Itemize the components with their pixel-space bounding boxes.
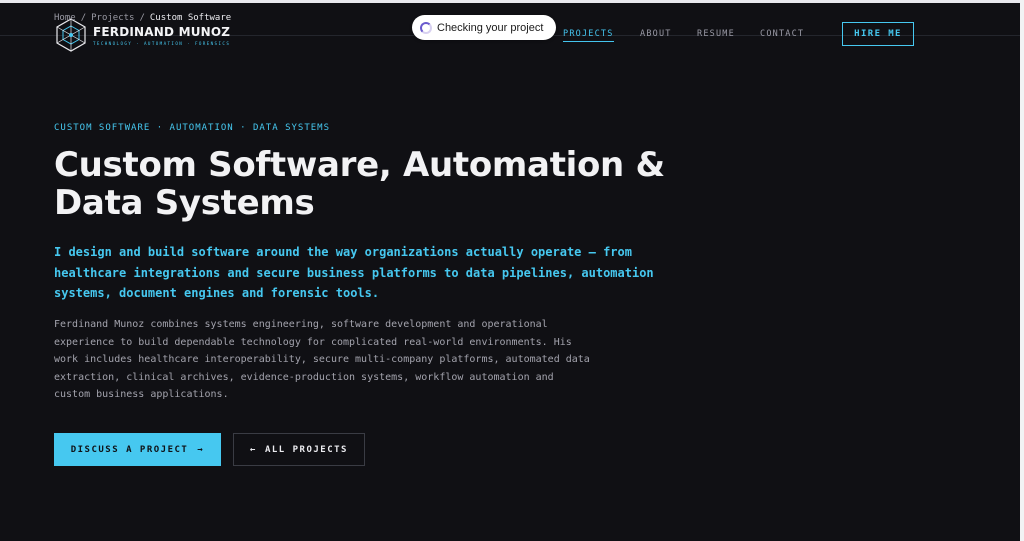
scrollbar-track[interactable] — [1020, 0, 1024, 541]
hero-lead: I design and build software around the w… — [54, 245, 654, 300]
arrow-right-icon: → — [197, 444, 205, 455]
breadcrumb-home[interactable]: Home — [54, 13, 76, 23]
nav-projects[interactable]: PROJECTS — [563, 29, 614, 42]
page-title: Custom Software, Automation & Data Syste… — [54, 146, 694, 222]
hero-eyebrow: CUSTOM SOFTWARE · AUTOMATION · DATA SYST… — [54, 123, 330, 133]
title-line-1: Custom Software, Automation & — [54, 145, 665, 185]
breadcrumb-projects[interactable]: Projects — [91, 13, 134, 23]
page: FERDINAND MUNOZ TECHNOLOGY · AUTOMATION … — [0, 0, 1024, 541]
discuss-project-button[interactable]: DISCUSS A PROJECT → — [54, 433, 221, 466]
status-pill: Checking your project — [412, 15, 556, 40]
nav-resume[interactable]: RESUME — [697, 29, 735, 39]
breadcrumb: Home / Projects / Custom Software — [54, 13, 231, 23]
loading-spinner-icon — [420, 21, 432, 34]
all-projects-button[interactable]: ← ALL PROJECTS — [233, 433, 365, 466]
nav-about[interactable]: ABOUT — [640, 29, 672, 39]
breadcrumb-current: Custom Software — [149, 13, 232, 23]
status-pill-text: Checking your project — [437, 21, 544, 34]
arrow-left-icon: ← — [250, 444, 257, 455]
brand-name: FERDINAND MUNOZ — [93, 25, 231, 39]
nav-contact[interactable]: CONTACT — [760, 29, 804, 39]
title-line-2: Data Systems — [54, 183, 315, 223]
all-projects-label: ALL PROJECTS — [264, 444, 348, 455]
breadcrumb-separator: / — [80, 13, 87, 23]
browser-top-strip — [0, 0, 1024, 3]
brand[interactable]: FERDINAND MUNOZ TECHNOLOGY · AUTOMATION … — [93, 25, 231, 47]
discuss-project-label: DISCUSS A PROJECT — [70, 444, 189, 455]
hire-me-button[interactable]: HIRE ME — [842, 22, 914, 46]
breadcrumb-separator: / — [139, 13, 145, 23]
hero-description: Ferdinand Munoz combines systems enginee… — [54, 319, 590, 400]
brand-tagline: TECHNOLOGY · AUTOMATION · FORENSICS — [93, 41, 231, 46]
